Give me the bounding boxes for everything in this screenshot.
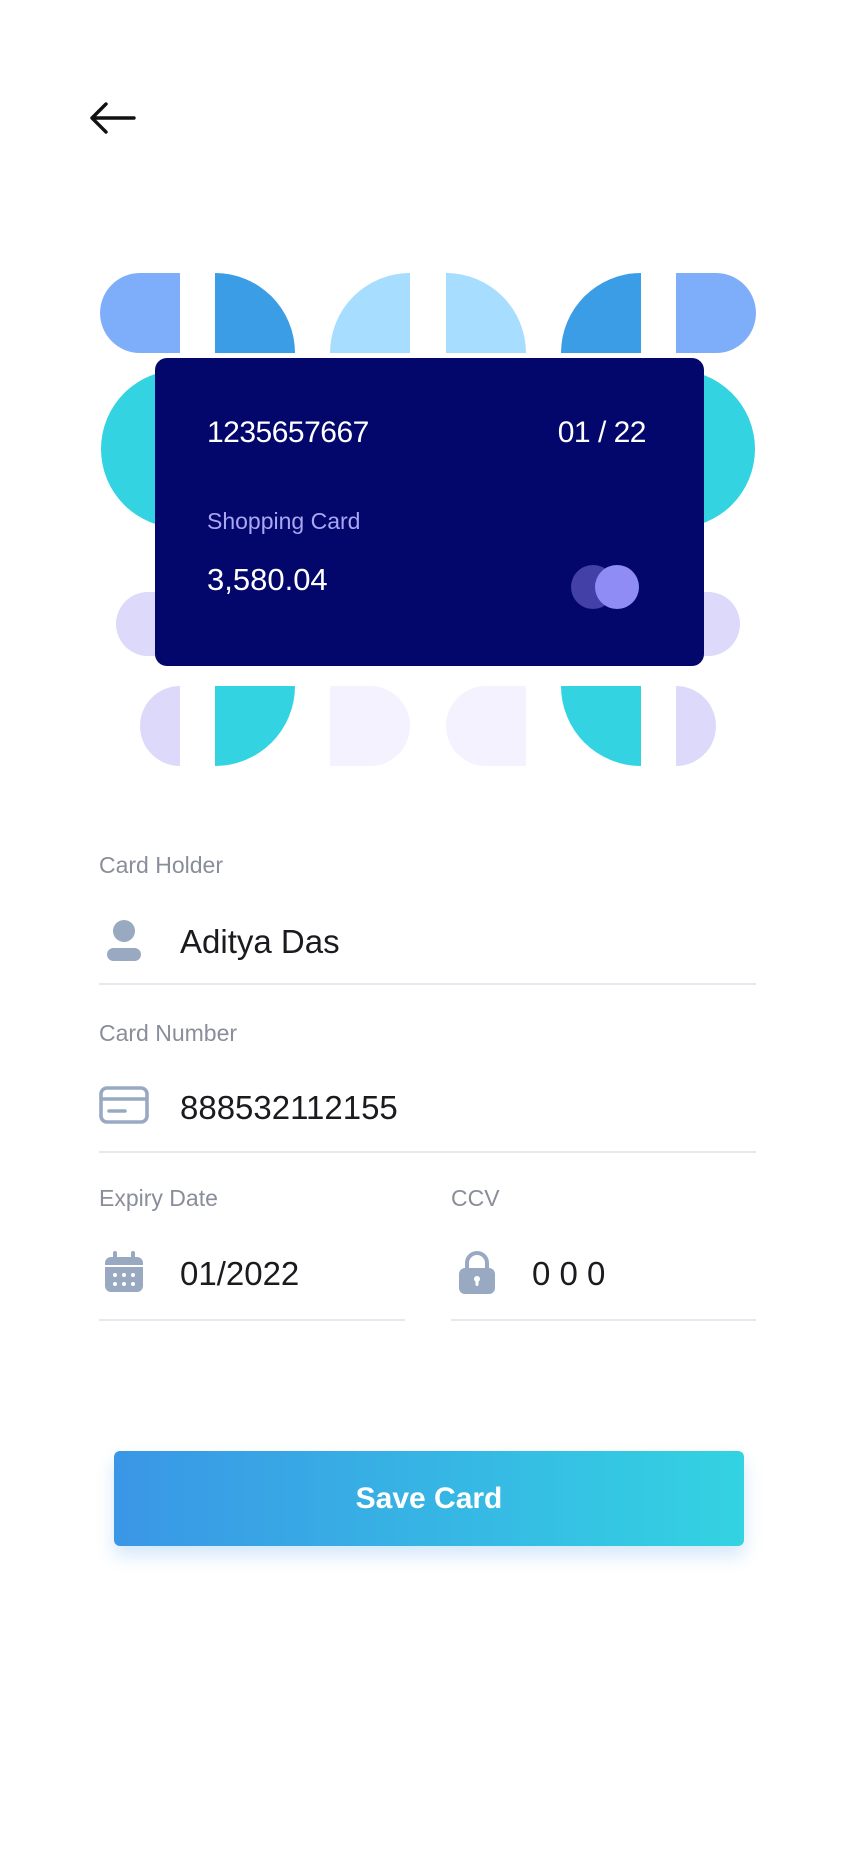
card-brand-circles-icon [571,565,639,609]
card-number-label: Card Number [99,1020,238,1046]
card-preview-number: 1235657667 [207,416,369,449]
card-holder-input[interactable]: Aditya Das [180,923,340,961]
card-preview-name: Shopping Card [207,508,361,534]
card-number-input[interactable]: 888532112155 [180,1089,398,1127]
shape-sky-right [446,273,526,353]
lock-icon [459,1251,495,1294]
shape-lavender-half-right [676,686,716,766]
ccv-label: CCV [451,1185,500,1211]
expiry-date-input[interactable]: 01/2022 [180,1255,299,1293]
ccv-underline [451,1319,756,1321]
shape-cyan-quarter-right [561,686,641,766]
credit-card-icon [99,1086,149,1124]
card-holder-underline [99,983,756,985]
shape-light-blue-right [676,273,756,353]
card-preview: 1235657667 01 / 22 Shopping Card 3,580.0… [155,358,704,666]
shape-pale-left [446,686,526,766]
shape-pale-right [330,686,410,766]
card-holder-label: Card Holder [99,852,223,878]
save-card-button[interactable]: Save Card [114,1451,744,1546]
card-preview-balance: 3,580.04 [207,562,328,597]
shape-light-blue-left [100,273,180,353]
shape-blue-quarter [215,273,295,353]
calendar-icon [105,1251,143,1292]
shape-sky-left [330,273,410,353]
shape-blue-left [561,273,641,353]
user-icon [107,920,141,961]
ccv-input[interactable]: 0 0 0 [532,1255,605,1293]
expiry-date-label: Expiry Date [99,1185,218,1211]
shape-lavender-half [140,686,180,766]
card-preview-expiry: 01 / 22 [557,416,647,449]
shape-cyan-quarter [215,686,295,766]
expiry-date-underline [99,1319,405,1321]
card-number-underline [99,1151,756,1153]
